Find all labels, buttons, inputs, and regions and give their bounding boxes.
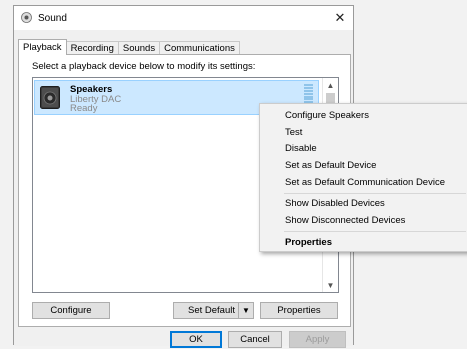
set-default-button[interactable]: Set Default ▼: [173, 302, 254, 319]
tab-playback[interactable]: Playback: [18, 39, 67, 55]
menu-set-default-communication-device[interactable]: Set as Default Communication Device: [285, 177, 445, 188]
close-button[interactable]: ✕: [330, 8, 350, 28]
menu-configure-speakers[interactable]: Configure Speakers: [285, 110, 369, 121]
device-context-menu: Configure Speakers Test Disable Set as D…: [259, 103, 467, 252]
scroll-down-button[interactable]: ▼: [323, 278, 338, 292]
tab-strip: Playback Recording Sounds Communications: [18, 39, 240, 55]
menu-test[interactable]: Test: [285, 127, 302, 138]
scroll-up-button[interactable]: ▲: [323, 78, 338, 92]
speaker-icon: [21, 12, 32, 23]
cancel-button[interactable]: Cancel: [228, 331, 282, 348]
menu-separator: [284, 231, 466, 232]
close-icon: ✕: [334, 10, 346, 25]
menu-separator: [284, 193, 466, 194]
chevron-down-icon: ▼: [326, 280, 335, 290]
apply-button[interactable]: Apply: [289, 331, 346, 348]
ok-button[interactable]: OK: [170, 331, 222, 348]
configure-button[interactable]: Configure: [32, 302, 110, 319]
properties-button[interactable]: Properties: [260, 302, 338, 319]
title-bar[interactable]: Sound ✕: [14, 6, 353, 30]
tab-communications[interactable]: Communications: [159, 41, 240, 55]
menu-show-disconnected-devices[interactable]: Show Disconnected Devices: [285, 215, 405, 226]
menu-show-disabled-devices[interactable]: Show Disabled Devices: [285, 198, 385, 209]
set-default-label: Set Default: [188, 305, 235, 316]
menu-properties[interactable]: Properties: [285, 237, 332, 248]
window-title: Sound: [38, 13, 67, 24]
tab-recording[interactable]: Recording: [65, 41, 119, 55]
instruction-text: Select a playback device below to modify…: [32, 61, 256, 72]
menu-disable[interactable]: Disable: [285, 143, 317, 154]
set-default-dropdown[interactable]: ▼: [238, 303, 253, 318]
speaker-device-icon: [40, 86, 60, 109]
chevron-up-icon: ▲: [326, 80, 335, 90]
device-status: Ready: [70, 103, 98, 114]
chevron-down-icon: ▼: [242, 306, 250, 315]
tab-sounds[interactable]: Sounds: [117, 41, 161, 55]
menu-set-default-device[interactable]: Set as Default Device: [285, 160, 376, 171]
